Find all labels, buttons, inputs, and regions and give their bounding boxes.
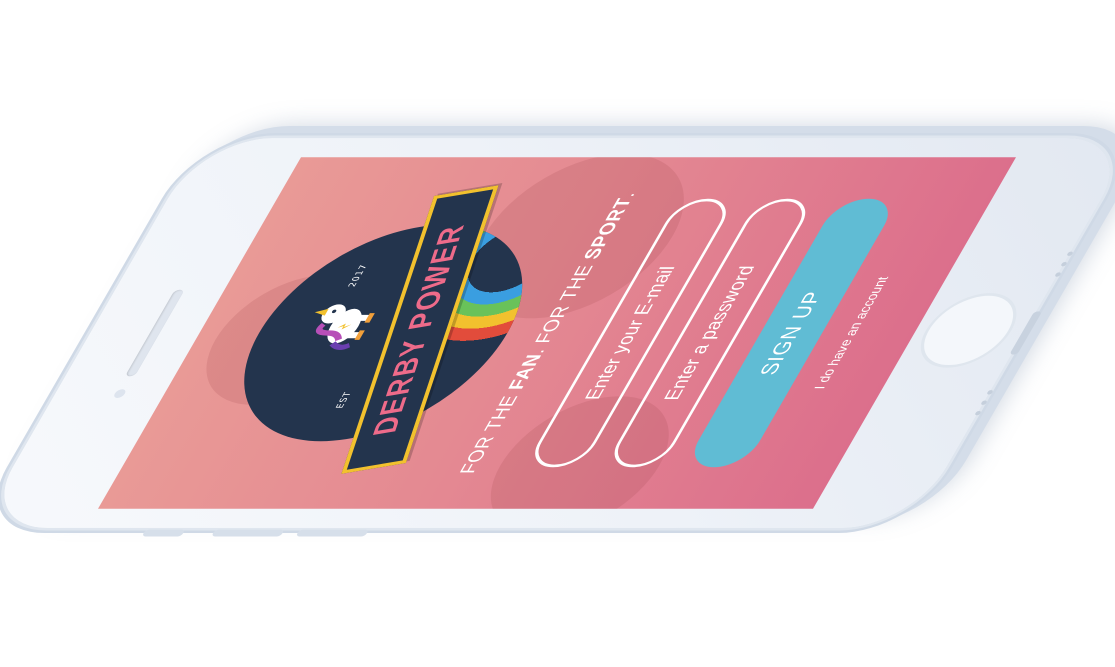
est-label: EST — [334, 391, 355, 409]
volume-down-button — [295, 529, 370, 537]
volume-up-button — [211, 529, 285, 537]
speaker-grille-dot — [980, 400, 988, 405]
speaker-grille-dot — [986, 390, 994, 395]
front-camera — [112, 389, 128, 398]
mute-switch — [141, 529, 186, 537]
year-label: 2017 — [347, 263, 371, 288]
speaker-grille-dot — [1054, 272, 1062, 277]
speaker-grille-dot — [1066, 251, 1074, 256]
unicorn-icon — [314, 304, 375, 350]
sign-up-label: SIGN UP — [754, 290, 828, 376]
phone-body: EST 2017 DERBY POWER FOR THE FAN. FOR TH… — [0, 138, 1115, 537]
speaker-grille-dot — [1060, 261, 1068, 267]
speaker-grille-dot — [974, 410, 982, 416]
mockup-stage: EST 2017 DERBY POWER FOR THE FAN. FOR TH… — [0, 0, 1115, 667]
app-screen: EST 2017 DERBY POWER FOR THE FAN. FOR TH… — [98, 157, 1016, 509]
tagline-fan: FAN — [504, 353, 547, 390]
earpiece-speaker — [124, 289, 185, 377]
tagline-text: . — [615, 192, 641, 198]
